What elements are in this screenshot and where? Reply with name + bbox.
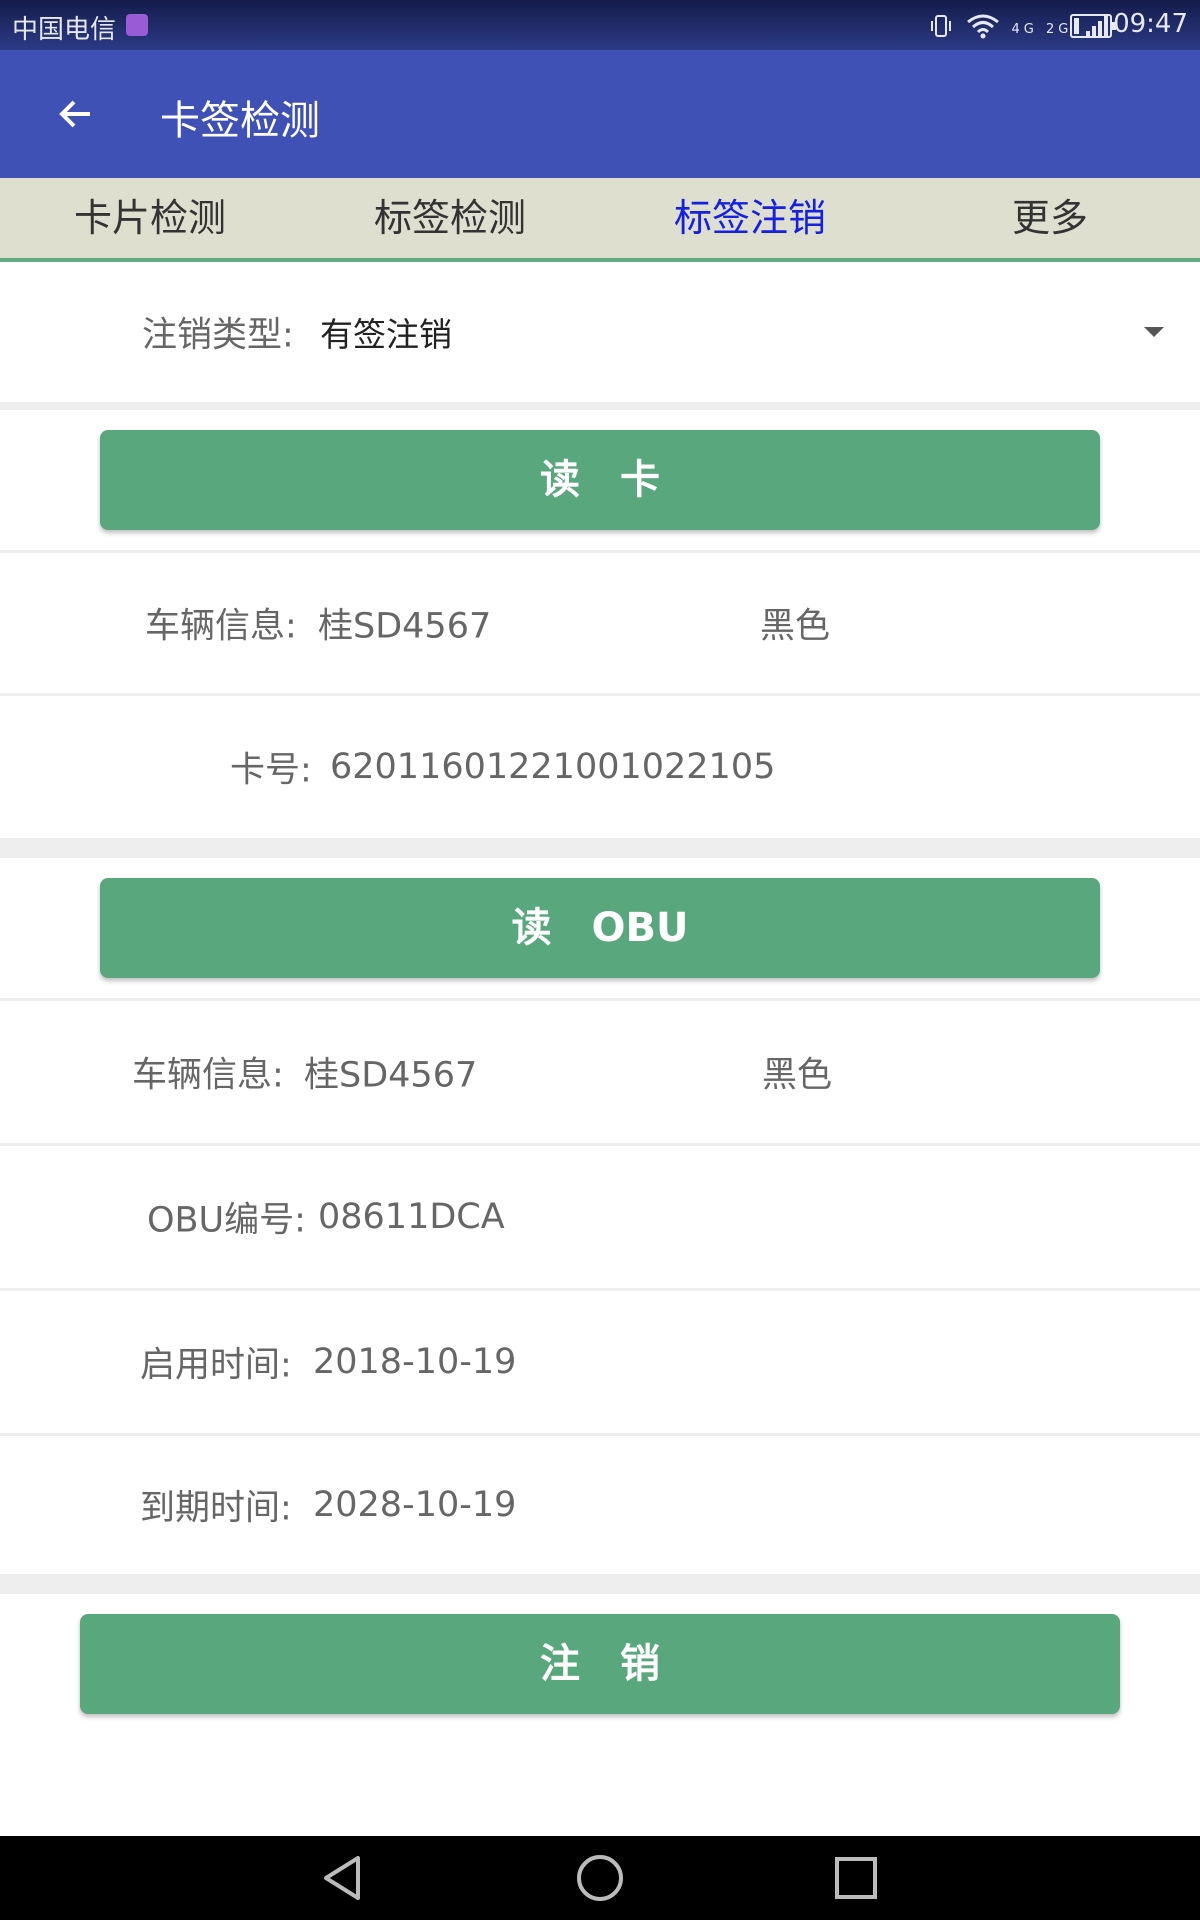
back-button[interactable]	[52, 90, 100, 138]
obu-vehicle-row: 车辆信息: 桂SD4567 黑色	[0, 1001, 1200, 1143]
clock: 09:47	[1113, 9, 1188, 39]
expire-date: 2028-10-19	[313, 1485, 517, 1525]
divider	[0, 1574, 1200, 1594]
triangle-back-icon	[324, 1856, 360, 1900]
app-bar: 卡签检测	[0, 50, 1200, 178]
vehicle-info-label: 车辆信息:	[132, 1055, 284, 1096]
nav-recents-button[interactable]	[828, 1850, 884, 1906]
expire-date-row: 到期时间: 2028-10-19	[0, 1436, 1200, 1574]
obu-number-row: OBU编号: 08611DCA	[0, 1146, 1200, 1288]
plate-number: 桂SD4567	[318, 606, 492, 647]
vibrate-icon	[931, 15, 952, 37]
card-number: 62011601221001022105	[330, 747, 776, 787]
tab-card-check[interactable]: 卡片检测	[0, 178, 300, 258]
image-notification-icon	[126, 14, 148, 36]
vehicle-info-label: 车辆信息:	[145, 606, 297, 647]
plate-number: 桂SD4567	[304, 1055, 478, 1096]
start-date-label: 启用时间:	[140, 1345, 292, 1386]
nav-back-button[interactable]	[316, 1850, 372, 1906]
start-date: 2018-10-19	[313, 1342, 517, 1382]
tab-tag-cancel[interactable]: 标签注销	[600, 178, 900, 258]
page-title: 卡签检测	[160, 98, 320, 144]
wifi-icon	[966, 14, 999, 39]
vehicle-color: 黑色	[762, 1055, 833, 1096]
cancel-button[interactable]: 注 销	[80, 1614, 1120, 1714]
read-card-button[interactable]: 读 卡	[100, 430, 1100, 530]
start-date-row: 启用时间: 2018-10-19	[0, 1291, 1200, 1433]
battery-icon	[1070, 14, 1116, 38]
status-bar: 中国电信 4G 2G 09:47	[0, 0, 1200, 50]
chevron-down-icon[interactable]	[1144, 327, 1164, 337]
expire-date-label: 到期时间:	[140, 1488, 292, 1529]
divider	[0, 402, 1200, 410]
cancel-type-label: 注销类型:	[142, 315, 294, 356]
tab-more[interactable]: 更多	[900, 178, 1200, 258]
circle-home-icon	[577, 1855, 623, 1901]
cancel-type-select[interactable]: 有签注销	[320, 308, 452, 356]
square-recents-icon	[835, 1857, 877, 1899]
card-vehicle-row: 车辆信息: 桂SD4567 黑色	[0, 553, 1200, 693]
card-number-label: 卡号:	[230, 750, 312, 791]
obu-number-label: OBU编号:	[147, 1200, 306, 1241]
obu-number: 08611DCA	[318, 1197, 505, 1237]
divider	[0, 838, 1200, 858]
system-nav-bar	[0, 1836, 1200, 1920]
battery-level	[1074, 18, 1079, 34]
cancel-type-row[interactable]: 注销类型: 有签注销	[0, 262, 1200, 402]
network-type: 4G 2G	[1011, 22, 1073, 37]
vehicle-color: 黑色	[760, 606, 831, 647]
carrier-name: 中国电信	[12, 15, 117, 45]
tab-tag-check[interactable]: 标签检测	[300, 178, 600, 258]
tab-bar: 卡片检测 标签检测 标签注销 更多	[0, 178, 1200, 262]
card-number-row: 卡号: 62011601221001022105	[0, 696, 1200, 838]
arrow-left-icon	[59, 100, 90, 128]
nav-home-button[interactable]	[572, 1850, 628, 1906]
read-obu-button[interactable]: 读 OBU	[100, 878, 1100, 978]
